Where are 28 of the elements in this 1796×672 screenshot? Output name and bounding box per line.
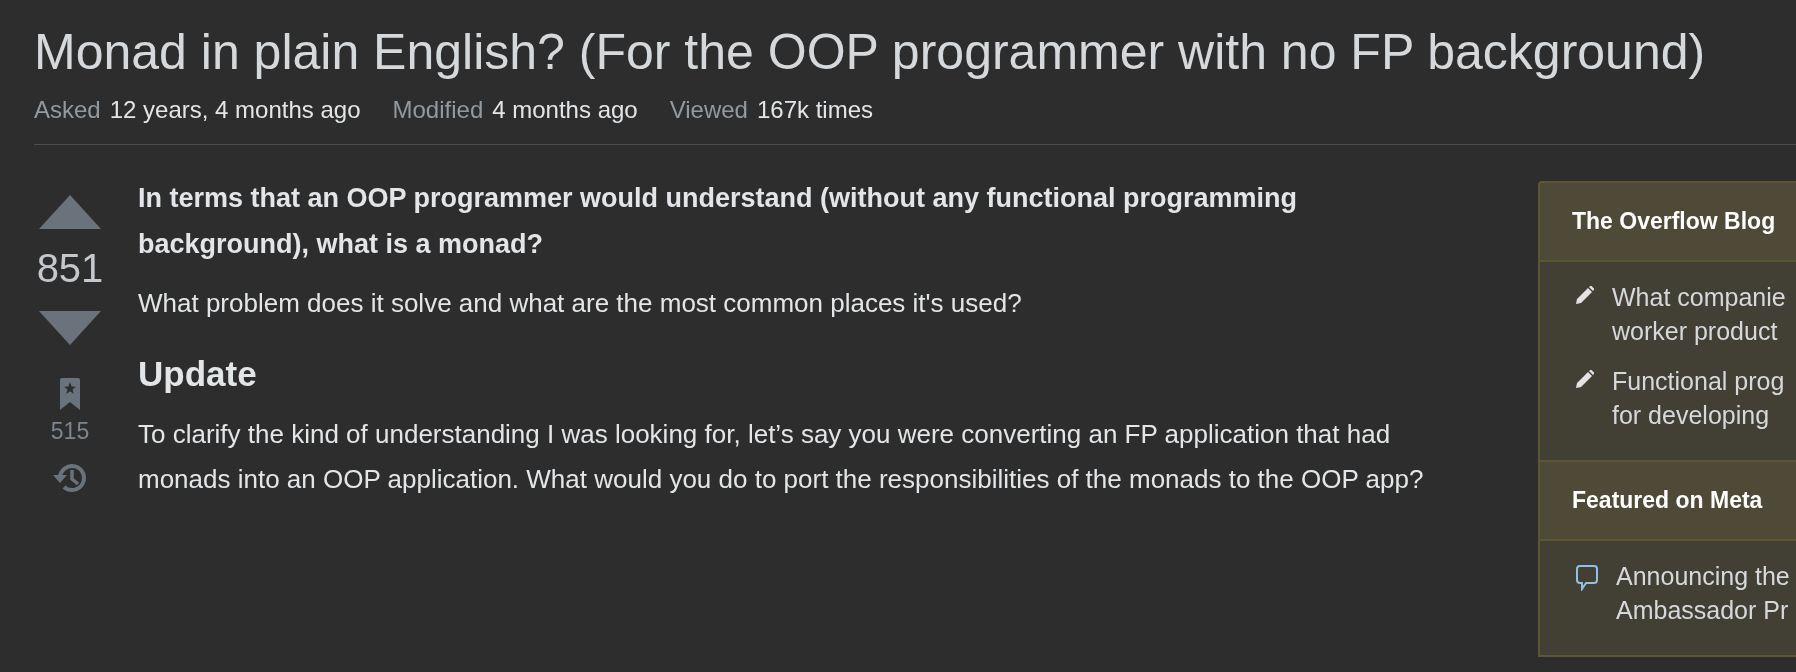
meta-value: 4 months ago (492, 96, 638, 124)
speech-bubble-icon (1576, 565, 1598, 591)
pencil-icon (1576, 370, 1594, 388)
blog-link[interactable]: Announcing the (1616, 559, 1790, 593)
blog-link[interactable]: What companie (1612, 280, 1786, 314)
meta-label: Modified (392, 96, 484, 124)
meta-label: Asked (34, 96, 101, 124)
history-icon[interactable] (51, 461, 89, 495)
meta-value: 167k times (756, 96, 874, 124)
downvote-icon[interactable] (39, 311, 101, 345)
question-paragraph: To clarify the kind of understanding I was looking for, let’s say you were converting an FP application that had monads into an OOP application. What would you do to port the responsibilities of the monads to the OOP app? (138, 418, 1425, 496)
blog-link[interactable]: Functional prog (1612, 364, 1785, 398)
bookmark-count: 515 (50, 418, 90, 445)
pencil-icon (1576, 286, 1594, 304)
bookmark-icon[interactable] (60, 378, 80, 410)
blog-link[interactable]: Ambassador Pr (1616, 593, 1789, 627)
vote-count: 851 (36, 245, 104, 291)
question-title: Monad in plain English? (For the OOP programmer with no FP background) (34, 23, 1707, 82)
blog-link[interactable]: for developing (1612, 398, 1770, 432)
meta-value: 12 years, 4 months ago (109, 96, 361, 124)
blog-link[interactable]: worker product (1612, 314, 1778, 348)
sidebar-heading: The Overflow Blog (1572, 208, 1776, 234)
upvote-icon[interactable] (39, 195, 101, 229)
question-lead: In terms that an OOP programmer would understand (without any functional programming background), what is a monad? (138, 182, 1299, 261)
meta-label: Viewed (669, 96, 748, 124)
sidebar-heading: Featured on Meta (1572, 487, 1763, 513)
section-heading: Update (138, 353, 258, 395)
question-paragraph: What problem does it solve and what are the most common places it's used? (138, 287, 1023, 320)
